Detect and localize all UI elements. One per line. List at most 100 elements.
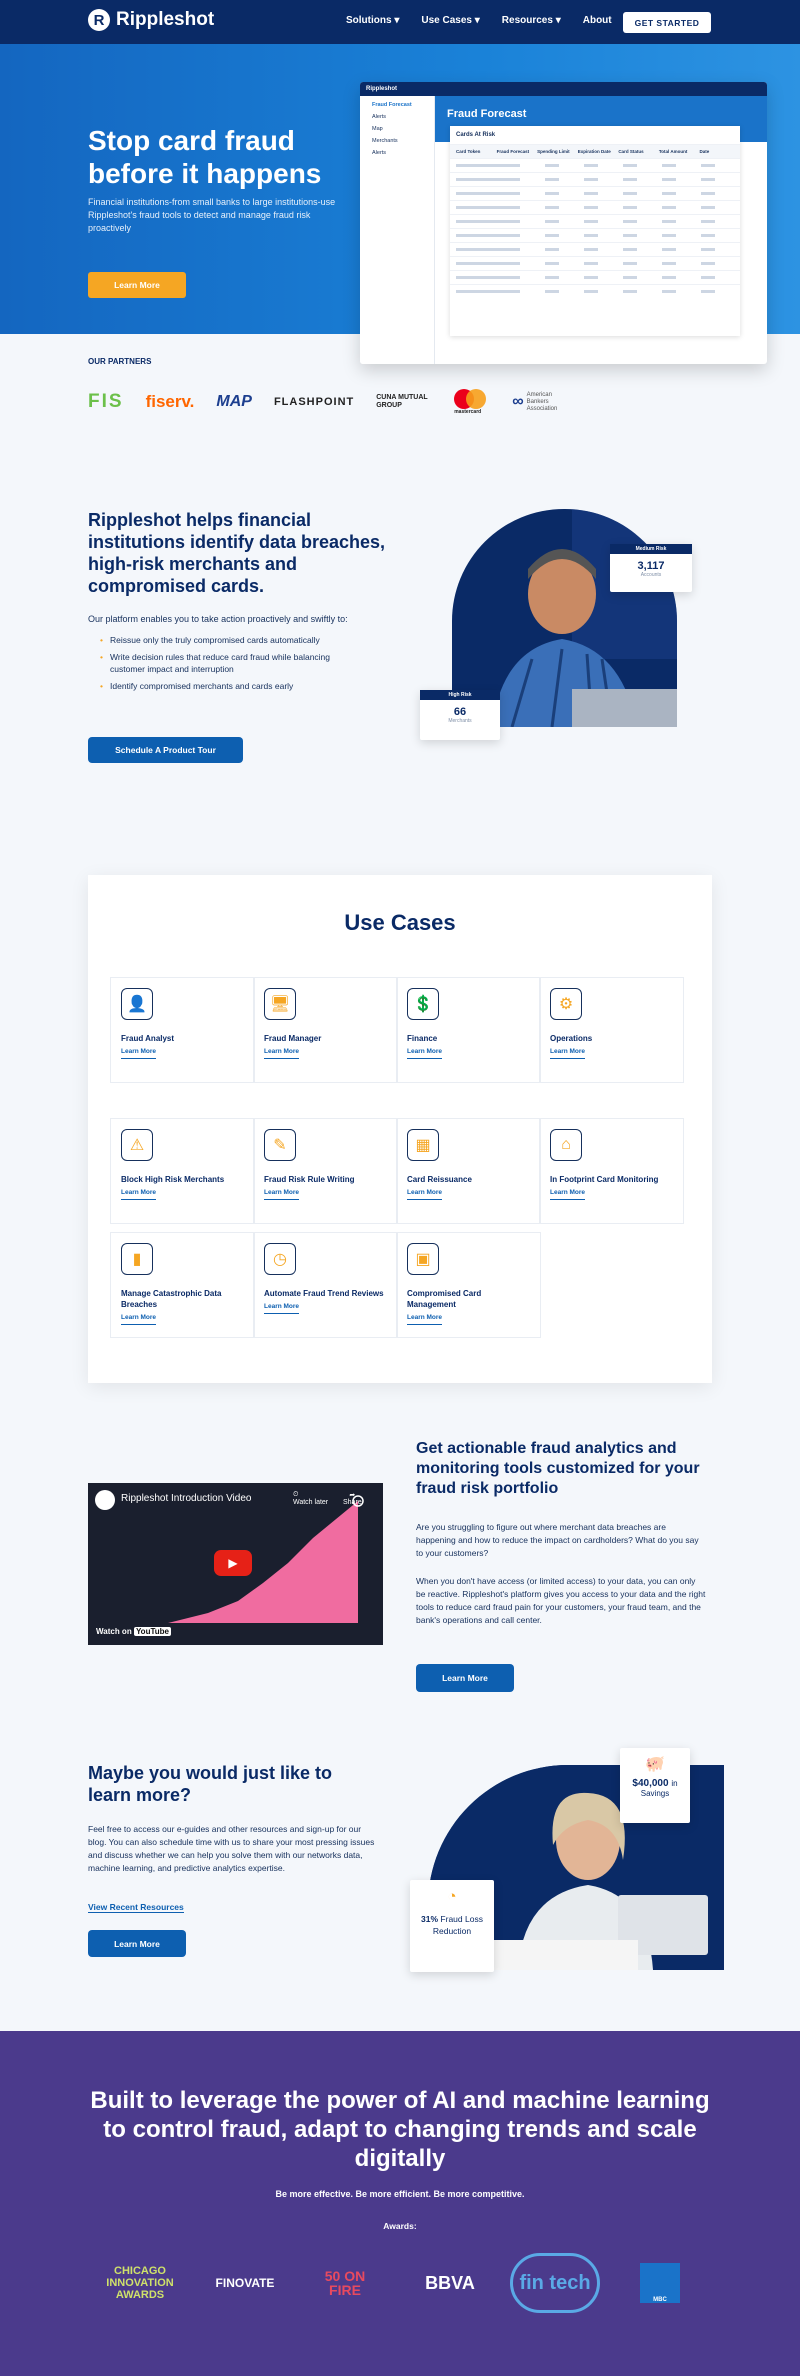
- use-case-card[interactable]: ▮ Manage Catastrophic Data Breaches Learn …: [110, 1232, 255, 1338]
- col-header: Card Status: [618, 149, 644, 154]
- table-cell: [545, 177, 584, 182]
- stat-sub: Merchants: [448, 718, 472, 724]
- use-case-label: Compromised Card Management Learn More: [407, 1288, 532, 1325]
- brand-name: Rippleshot: [116, 9, 215, 30]
- table-row: [450, 158, 740, 172]
- mbc-award: MBC: [640, 2263, 680, 2303]
- use-case-card[interactable]: ⚠ Block High Risk Merchants Learn More: [110, 1118, 255, 1224]
- table-cell: [506, 261, 545, 266]
- awards-label: Awards:: [383, 2221, 417, 2231]
- chart-person-icon: ◔: [447, 1888, 457, 1905]
- use-case-learn-more-link[interactable]: Learn More: [550, 1187, 586, 1200]
- card-title: Cards At Risk: [456, 132, 496, 138]
- table-cell: [623, 191, 662, 196]
- nav-use-cases[interactable]: Use Cases ▾: [421, 15, 479, 26]
- use-case-card[interactable]: ▦ Card Reissuance Learn More: [396, 1118, 541, 1224]
- use-case-card[interactable]: ▣ Compromised Card Management Learn More: [396, 1232, 541, 1338]
- col-header: Card Token: [456, 149, 481, 154]
- watch-on-youtube[interactable]: Watch on YouTube: [96, 1627, 171, 1636]
- analytics-title: Get actionable fraud analytics and monit…: [416, 1440, 700, 1497]
- hero-title: Stop card fraud before it happens: [88, 125, 322, 189]
- use-case-learn-more-link[interactable]: Learn More: [264, 1187, 300, 1200]
- col-header: Fraud Forecast: [496, 149, 530, 154]
- table-cell: [506, 191, 545, 196]
- table-cell: [584, 247, 623, 252]
- table-cell: [662, 275, 701, 280]
- medium-risk-card: Medium Risk 3,117 Accounts: [610, 544, 692, 592]
- table-cell: [506, 233, 545, 238]
- play-icon[interactable]: ▶: [214, 1550, 252, 1576]
- cuna-mutual-logo: CUNA MUTUAL GROUP: [376, 394, 428, 409]
- table-cell: [584, 289, 623, 294]
- table-cell: [623, 233, 662, 238]
- table-cell: [623, 275, 662, 280]
- schedule-tour-button[interactable]: Schedule A Product Tour: [88, 737, 243, 763]
- watch-on-label: Watch on: [96, 1627, 132, 1636]
- use-case-icon: 👤: [121, 988, 153, 1020]
- table-cell: [584, 275, 623, 280]
- savings-value-line: $40,000 in: [620, 1778, 690, 1789]
- table-cell: [662, 247, 701, 252]
- table-cell: [545, 261, 584, 266]
- table-cell: [701, 191, 740, 196]
- top-nav: R Rippleshot Solutions ▾ Use Cases ▾ Res…: [0, 0, 800, 44]
- use-case-card[interactable]: ✎ Fraud Risk Rule Writing Learn More: [253, 1118, 398, 1224]
- footer-tagline: Be more effective. Be more efficient. Be…: [275, 2189, 525, 2199]
- use-case-learn-more-link[interactable]: Learn More: [121, 1046, 157, 1059]
- nav-about[interactable]: About: [583, 15, 612, 26]
- table-cell: [623, 205, 662, 210]
- col-header: Expiration Date: [577, 149, 611, 154]
- use-case-title: Fraud Analyst: [121, 1034, 175, 1043]
- use-case-learn-more-link[interactable]: Learn More: [264, 1301, 300, 1314]
- table-row: [450, 186, 740, 200]
- 50-on-fire-award: 50 ON FIRE: [324, 2268, 366, 2298]
- nav-resources[interactable]: Resources ▾: [502, 15, 561, 26]
- table-cell: [456, 289, 506, 294]
- intro-video[interactable]: Rippleshot Introduction Video ⏲ Watch lat…: [88, 1483, 383, 1645]
- brand-logo[interactable]: R Rippleshot: [88, 9, 214, 31]
- use-case-learn-more-link[interactable]: Learn More: [407, 1046, 443, 1059]
- use-case-label: Fraud Risk Rule Writing Learn More: [264, 1174, 389, 1200]
- share-button[interactable]: ➦ Share: [343, 1491, 362, 1506]
- use-case-icon: ✎: [264, 1129, 296, 1161]
- analytics-learn-more-button[interactable]: Learn More: [416, 1664, 514, 1692]
- use-case-card[interactable]: ⚙ Operations Learn More: [539, 977, 684, 1083]
- use-case-card[interactable]: 💲 Finance Learn More: [396, 977, 541, 1083]
- table-header: Card Token Fraud Forecast Spending Limit…: [450, 144, 740, 158]
- table-cell: [545, 275, 584, 280]
- use-case-learn-more-link[interactable]: Learn More: [407, 1312, 443, 1325]
- watch-later-button[interactable]: ⏲ Watch later: [293, 1491, 328, 1506]
- table-row: [450, 242, 740, 256]
- fraud-loss-card: ◔ 31% Fraud Loss Reduction: [410, 1880, 494, 1972]
- use-case-card[interactable]: 🖥 Fraud Manager Learn More: [253, 977, 398, 1083]
- use-case-title: Manage Catastrophic Data Breaches: [121, 1289, 222, 1309]
- get-started-button[interactable]: GET STARTED: [623, 12, 711, 33]
- use-case-icon: ⚠: [121, 1129, 153, 1161]
- use-case-card[interactable]: ◷ Automate Fraud Trend Reviews Learn More: [253, 1232, 398, 1338]
- use-case-learn-more-link[interactable]: Learn More: [121, 1187, 157, 1200]
- table-body: [450, 158, 740, 298]
- learn-more-button[interactable]: Learn More: [88, 1930, 186, 1957]
- table-cell: [662, 191, 701, 196]
- footer-section: Built to leverage the power of AI and ma…: [0, 2031, 800, 2376]
- use-case-icon: ▦: [407, 1129, 439, 1161]
- table-cell: [662, 205, 701, 210]
- hero-learn-more-button[interactable]: Learn More: [88, 272, 186, 298]
- use-case-title: Operations: [550, 1034, 593, 1043]
- table-cell: [506, 275, 545, 280]
- mastercard-text: mastercard: [454, 409, 482, 415]
- table-cell: [623, 289, 662, 294]
- use-case-learn-more-link[interactable]: Learn More: [550, 1046, 586, 1059]
- table-row: [450, 200, 740, 214]
- use-case-card[interactable]: ⌂ In Footprint Card Monitoring Learn More: [539, 1118, 684, 1224]
- view-resources-link[interactable]: View Recent Resources: [88, 1902, 184, 1913]
- use-case-label: Manage Catastrophic Data Breaches Learn M…: [121, 1288, 246, 1325]
- stat-value: 3,117: [637, 560, 665, 572]
- use-case-learn-more-link[interactable]: Learn More: [264, 1046, 300, 1059]
- fraud-loss-label: Fraud Loss Reduction: [432, 1914, 483, 1936]
- nav-solutions[interactable]: Solutions ▾: [346, 15, 399, 26]
- use-case-card[interactable]: 👤 Fraud Analyst Learn More: [110, 977, 255, 1083]
- use-case-learn-more-link[interactable]: Learn More: [407, 1187, 443, 1200]
- use-case-learn-more-link[interactable]: Learn More: [121, 1312, 157, 1325]
- table-cell: [584, 219, 623, 224]
